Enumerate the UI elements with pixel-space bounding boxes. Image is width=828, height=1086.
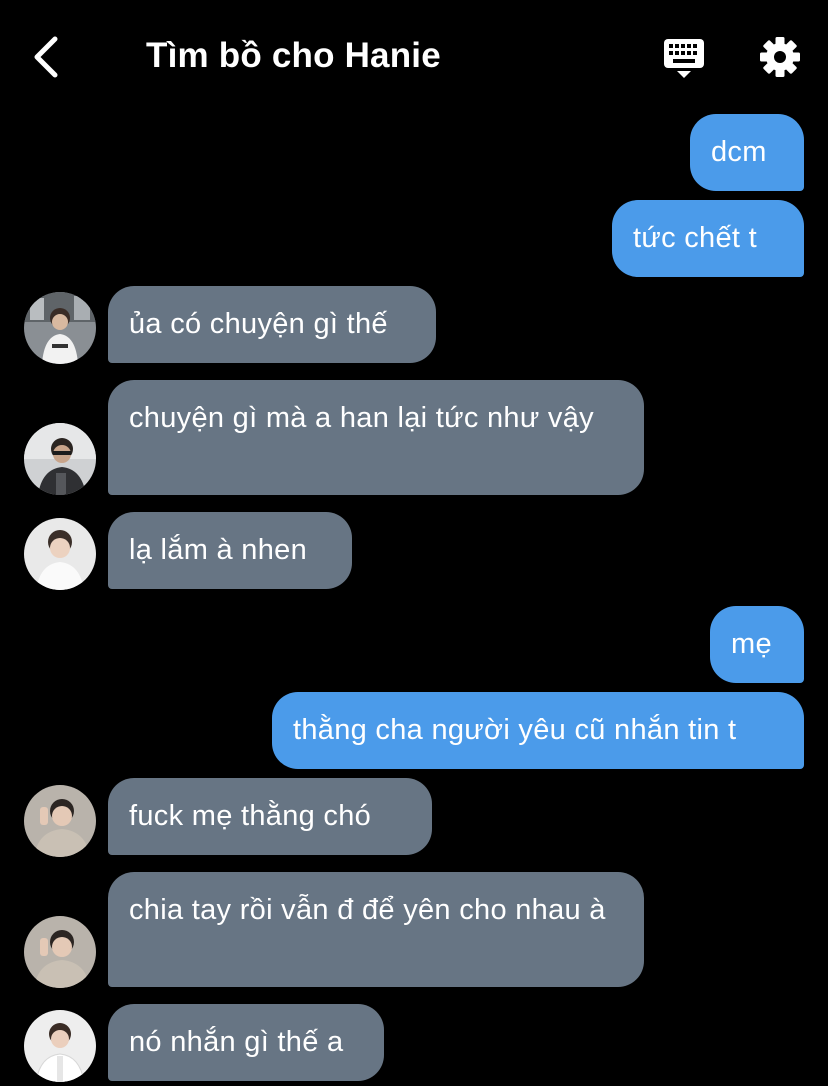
- avatar-photo: [24, 423, 96, 495]
- avatar-photo: [24, 785, 96, 857]
- avatar-photo: [24, 292, 96, 364]
- message-bubble-outgoing[interactable]: thằng cha người yêu cũ nhắn tin t: [272, 692, 804, 769]
- message-text: fuck mẹ thằng chó: [129, 800, 372, 832]
- settings-button[interactable]: [756, 33, 804, 81]
- message-text: nó nhắn gì thế a: [129, 1026, 344, 1058]
- message-bubble-incoming[interactable]: ủa có chuyện gì thế: [108, 286, 436, 363]
- keyboard-icon: [664, 39, 704, 78]
- message-text: ủa có chuyện gì thế: [129, 308, 388, 340]
- avatar-photo: [24, 1010, 96, 1082]
- avatar-photo: [24, 518, 96, 590]
- avatar[interactable]: [24, 292, 96, 364]
- message-bubble-incoming[interactable]: lạ lắm à nhen: [108, 512, 352, 589]
- avatar[interactable]: [24, 785, 96, 857]
- message-bubble-incoming[interactable]: fuck mẹ thằng chó: [108, 778, 432, 855]
- message-bubble-outgoing[interactable]: mẹ: [710, 606, 804, 683]
- message-bubble-outgoing[interactable]: dcm: [690, 114, 804, 191]
- message-text: lạ lắm à nhen: [129, 534, 308, 566]
- avatar[interactable]: [24, 423, 96, 495]
- avatar[interactable]: [24, 1010, 96, 1082]
- chevron-left-icon: [34, 36, 58, 78]
- back-button[interactable]: [26, 34, 66, 80]
- avatar-photo: [24, 916, 96, 988]
- message-text: tức chết t: [633, 222, 757, 254]
- message-text: mẹ: [731, 628, 772, 660]
- avatar[interactable]: [24, 916, 96, 988]
- message-text: dcm: [711, 136, 767, 168]
- message-bubble-outgoing[interactable]: tức chết t: [612, 200, 804, 277]
- chat-header: Tìm bồ cho Hanie: [0, 0, 828, 112]
- message-bubble-incoming[interactable]: chuyện gì mà a han lại tức như vậy: [108, 380, 644, 495]
- message-bubble-incoming[interactable]: nó nhắn gì thế a: [108, 1004, 384, 1081]
- chat-title: Tìm bồ cho Hanie: [146, 36, 441, 75]
- message-bubble-incoming[interactable]: chia tay rồi vẫn đ để yên cho nhau à: [108, 872, 644, 987]
- keyboard-button[interactable]: [660, 34, 708, 82]
- message-text: chia tay rồi vẫn đ để yên cho nhau à: [129, 894, 606, 926]
- gear-icon: [760, 37, 800, 77]
- message-text: chuyện gì mà a han lại tức như vậy: [129, 402, 594, 434]
- message-text: thằng cha người yêu cũ nhắn tin t: [293, 714, 737, 746]
- avatar[interactable]: [24, 518, 96, 590]
